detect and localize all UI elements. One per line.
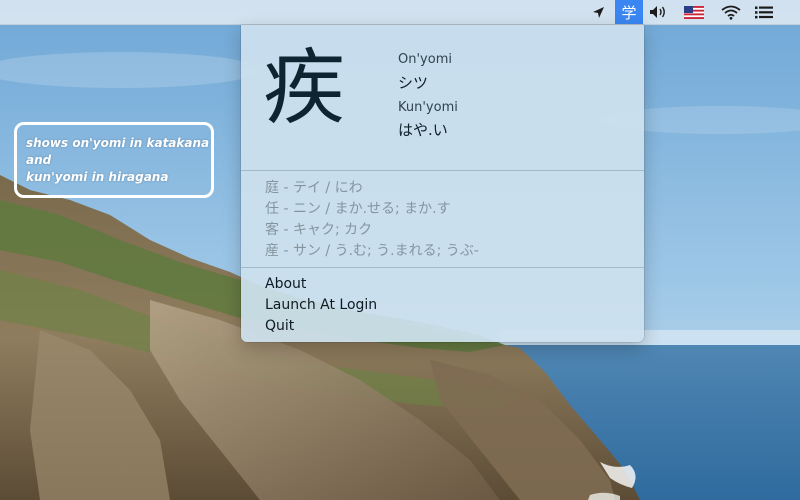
menu-separator bbox=[241, 170, 644, 171]
location-arrow-icon[interactable] bbox=[586, 0, 610, 24]
about-menu-item[interactable]: About bbox=[265, 276, 306, 292]
kanji-character: 疾 bbox=[263, 41, 346, 136]
related-kanji-item: 庭 - テイ / にわ bbox=[265, 180, 363, 196]
wifi-icon[interactable] bbox=[719, 0, 743, 24]
kunyomi-reading: はや.い bbox=[398, 121, 448, 139]
quit-menu-item[interactable]: Quit bbox=[265, 318, 294, 334]
kanji-popover-menu: 疾 On'yomi シツ Kun'yomi はや.い 庭 - テイ / にわ 任… bbox=[241, 25, 644, 342]
list-menu-icon[interactable] bbox=[752, 0, 776, 24]
kunyomi-label: Kun'yomi bbox=[398, 100, 458, 115]
annotation-callout: shows on'yomi in katakana and kun'yomi i… bbox=[14, 122, 214, 198]
related-kanji-item: 任 - ニン / まか.せる; まか.す bbox=[265, 201, 451, 217]
callout-line: kun'yomi in hiragana bbox=[26, 170, 169, 184]
kanji-app-icon-label: 学 bbox=[621, 3, 637, 22]
kanji-app-icon[interactable]: 学 bbox=[615, 0, 643, 24]
onyomi-label: On'yomi bbox=[398, 52, 452, 67]
related-kanji-item: 客 - キャク; カク bbox=[265, 222, 373, 238]
volume-icon[interactable] bbox=[646, 0, 672, 24]
related-kanji-item: 産 - サン / う.む; う.まれる; うぶ- bbox=[265, 243, 479, 259]
onyomi-reading: シツ bbox=[398, 74, 429, 92]
menu-separator bbox=[241, 267, 644, 268]
callout-line: shows on'yomi in katakana bbox=[26, 136, 210, 150]
callout-line: and bbox=[26, 153, 52, 167]
us-flag-icon[interactable] bbox=[683, 0, 705, 24]
desktop: 学 shows on'yomi in katakana and kun'yomi… bbox=[0, 0, 800, 500]
launch-at-login-menu-item[interactable]: Launch At Login bbox=[265, 297, 377, 313]
menu-bar: 学 bbox=[0, 0, 800, 25]
